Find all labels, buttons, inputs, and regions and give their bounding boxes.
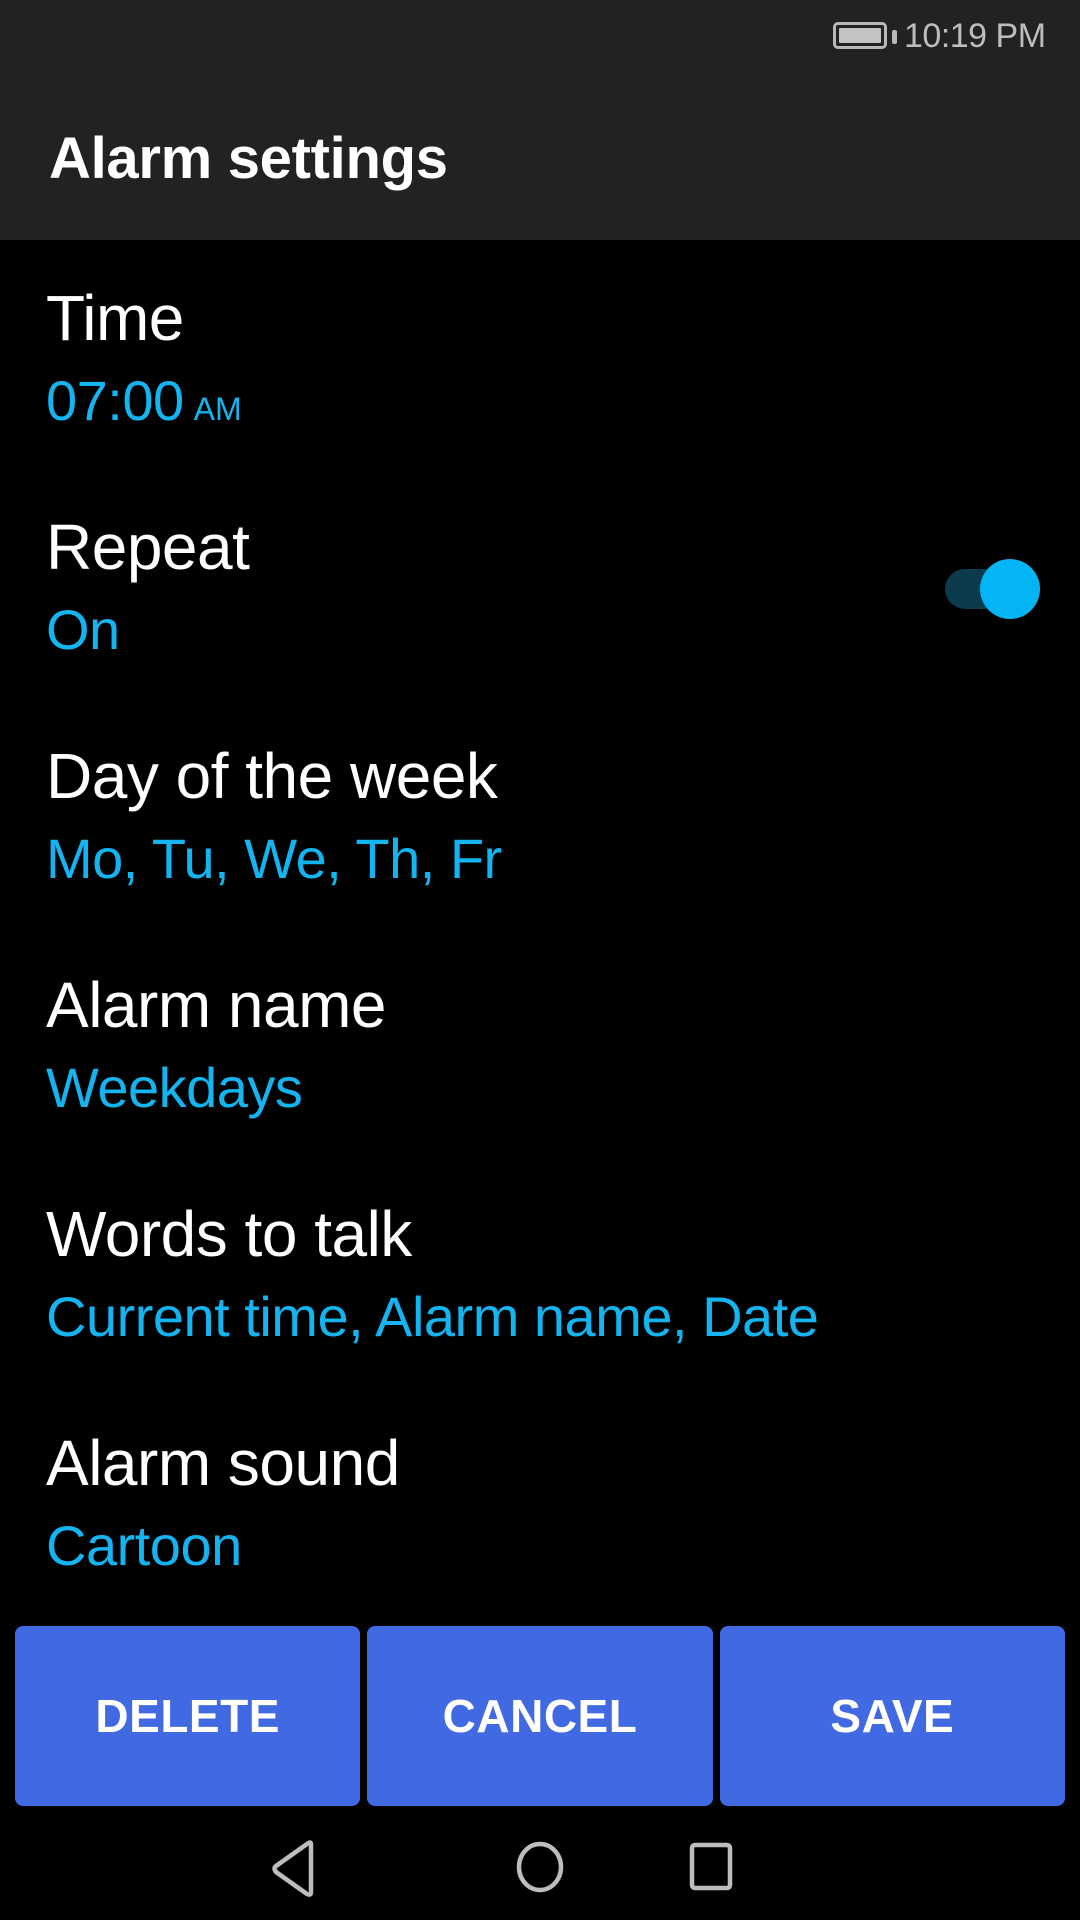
setting-label-repeat: Repeat bbox=[46, 511, 250, 583]
settings-list: Time 07:00 AM Repeat On Day of the week M… bbox=[0, 278, 1080, 1652]
setting-row-alarm-sound[interactable]: Alarm sound Cartoon bbox=[0, 1423, 1080, 1652]
setting-value-time: 07:00 AM bbox=[46, 361, 242, 449]
battery-level-fill bbox=[839, 28, 881, 43]
setting-row-words-to-talk[interactable]: Words to talk Current time, Alarm name, … bbox=[0, 1194, 1080, 1423]
time-ampm: AM bbox=[193, 391, 242, 427]
setting-value-words-to-talk: Current time, Alarm name, Date bbox=[46, 1285, 819, 1348]
setting-row-alarm-name[interactable]: Alarm name Weekdays bbox=[0, 965, 1080, 1194]
home-circle-icon bbox=[516, 1841, 564, 1893]
setting-label-alarm-name: Alarm name bbox=[46, 969, 387, 1041]
home-button[interactable] bbox=[505, 1836, 575, 1906]
recents-button[interactable] bbox=[676, 1836, 746, 1906]
status-bar: 10:19 PM bbox=[0, 0, 1080, 72]
time-value: 07:00 bbox=[46, 369, 184, 432]
battery-tip bbox=[892, 30, 897, 44]
setting-label-words-to-talk: Words to talk bbox=[46, 1198, 412, 1270]
repeat-toggle[interactable] bbox=[945, 558, 1041, 620]
setting-value-repeat: On bbox=[46, 598, 120, 661]
cancel-button[interactable]: CANCEL bbox=[367, 1626, 713, 1806]
action-bar: DELETE CANCEL SAVE bbox=[15, 1626, 1065, 1806]
setting-row-day-of-week[interactable]: Day of the week Mo, Tu, We, Th, Fr bbox=[0, 736, 1080, 965]
save-button[interactable]: SAVE bbox=[719, 1626, 1065, 1806]
setting-label-alarm-sound: Alarm sound bbox=[46, 1427, 400, 1499]
recents-square-icon bbox=[689, 1842, 733, 1891]
back-triangle-icon bbox=[272, 1840, 314, 1897]
navigation-bar bbox=[0, 1812, 1080, 1920]
page-title: Alarm settings bbox=[49, 126, 448, 191]
setting-row-repeat[interactable]: Repeat On bbox=[0, 507, 1080, 736]
header: 10:19 PM Alarm settings bbox=[0, 0, 1080, 240]
battery-full-icon bbox=[833, 22, 897, 49]
status-time: 10:19 PM bbox=[904, 17, 1046, 55]
delete-button[interactable]: DELETE bbox=[15, 1626, 361, 1806]
setting-value-day-of-week: Mo, Tu, We, Th, Fr bbox=[46, 827, 502, 890]
toggle-thumb bbox=[980, 559, 1040, 619]
back-button[interactable] bbox=[264, 1836, 334, 1906]
setting-value-alarm-sound: Cartoon bbox=[46, 1514, 242, 1577]
setting-label-time: Time bbox=[46, 282, 184, 354]
setting-label-day-of-week: Day of the week bbox=[46, 740, 498, 812]
setting-value-alarm-name: Weekdays bbox=[46, 1056, 303, 1119]
alarm-settings-screen: 10:19 PM Alarm settings Time 07:00 AM Rep… bbox=[0, 0, 1080, 1920]
setting-row-time[interactable]: Time 07:00 AM bbox=[0, 278, 1080, 507]
